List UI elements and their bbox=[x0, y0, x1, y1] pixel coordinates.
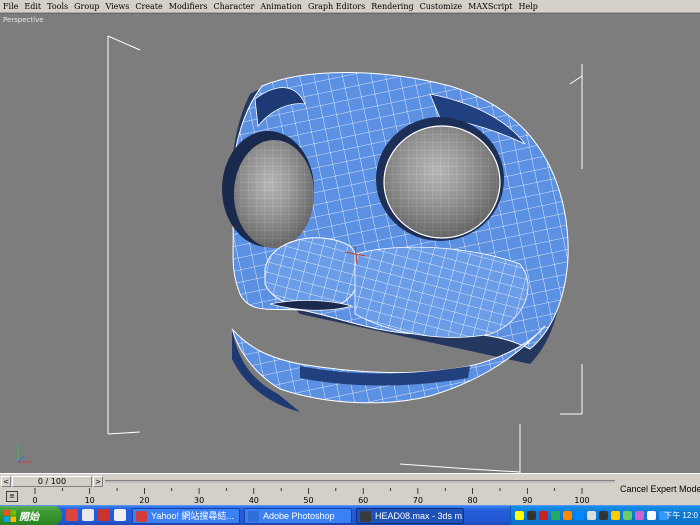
ruler-tick-label: 20 bbox=[139, 496, 149, 505]
desktop-icon[interactable] bbox=[114, 509, 126, 521]
next-frame-button[interactable]: > bbox=[93, 476, 103, 487]
menu-create[interactable]: Create bbox=[132, 0, 165, 13]
timeline-ruler[interactable]: 0 10 20 30 40 50 60 70 80 90 100 bbox=[0, 488, 610, 506]
windows-taskbar: 開始 Yahoo! 網站搜尋結... Adobe Photoshop HEAD0… bbox=[0, 505, 700, 525]
axis-tripod-icon bbox=[17, 444, 32, 463]
ruler-tick-label: 30 bbox=[194, 496, 204, 505]
tray-icon[interactable] bbox=[611, 511, 620, 520]
tray-icon[interactable] bbox=[563, 511, 572, 520]
prev-frame-button[interactable]: < bbox=[1, 476, 11, 487]
taskbar-button-photoshop[interactable]: Adobe Photoshop bbox=[244, 508, 352, 524]
browser-icon[interactable] bbox=[66, 509, 78, 521]
ruler-tick-label: 90 bbox=[522, 496, 532, 505]
menu-group[interactable]: Group bbox=[71, 0, 102, 13]
start-button[interactable]: 開始 bbox=[0, 506, 62, 525]
taskbar-button-label: Adobe Photoshop bbox=[263, 511, 335, 521]
menu-customize[interactable]: Customize bbox=[417, 0, 466, 13]
ruler-tick-label: 40 bbox=[249, 496, 259, 505]
windows-flag-icon bbox=[4, 509, 16, 522]
ruler-tick-label: 100 bbox=[574, 496, 589, 505]
ruler-tick-label: 0 bbox=[32, 496, 37, 505]
system-tray: 下午 12:0 bbox=[510, 506, 700, 525]
time-slider[interactable]: 0 / 100 bbox=[12, 476, 92, 487]
menu-animation[interactable]: Animation bbox=[257, 0, 305, 13]
menu-views[interactable]: Views bbox=[102, 0, 132, 13]
viewport-label[interactable]: Perspective bbox=[3, 16, 44, 24]
menu-edit[interactable]: Edit bbox=[21, 0, 44, 13]
perspective-viewport[interactable]: Perspective bbox=[0, 13, 700, 473]
start-label: 開始 bbox=[19, 512, 39, 523]
tray-icon[interactable] bbox=[623, 511, 632, 520]
tray-icon[interactable] bbox=[635, 511, 644, 520]
status-text: Cancel Expert Mode bbox=[620, 484, 700, 494]
menu-rendering[interactable]: Rendering bbox=[368, 0, 416, 13]
viewport-scene[interactable] bbox=[0, 14, 700, 473]
menu-modifiers[interactable]: Modifiers bbox=[166, 0, 211, 13]
photoshop-icon bbox=[248, 511, 259, 522]
menu-maxscript[interactable]: MAXScript bbox=[465, 0, 515, 13]
taskbar-button-label: Yahoo! 網站搜尋結... bbox=[151, 511, 234, 521]
tray-icon[interactable] bbox=[587, 511, 596, 520]
menu-graph-editors[interactable]: Graph Editors bbox=[305, 0, 368, 13]
tray-icon[interactable] bbox=[599, 511, 608, 520]
clock[interactable]: 下午 12:0 bbox=[664, 510, 698, 521]
ruler-tick-label: 10 bbox=[85, 496, 95, 505]
menu-file[interactable]: File bbox=[0, 0, 21, 13]
ruler-tick-label: 50 bbox=[303, 496, 313, 505]
menu-bar: File Edit Tools Group Views Create Modif… bbox=[0, 0, 700, 13]
ruler-tick-label: 60 bbox=[358, 496, 368, 505]
tray-icon[interactable] bbox=[539, 511, 548, 520]
taskbar-button-yahoo[interactable]: Yahoo! 網站搜尋結... bbox=[132, 508, 240, 524]
menu-help[interactable]: Help bbox=[516, 0, 541, 13]
menu-character[interactable]: Character bbox=[210, 0, 257, 13]
ruler-tick-label: 80 bbox=[468, 496, 478, 505]
explorer-icon[interactable] bbox=[82, 509, 94, 521]
tray-icon[interactable] bbox=[575, 511, 584, 520]
app-icon[interactable] bbox=[98, 509, 110, 521]
time-slider-panel: < 0 / 100 > ≡ 0 10 20 30 40 50 60 70 80 90 100 Can… bbox=[0, 473, 700, 505]
menu-tools[interactable]: Tools bbox=[44, 0, 71, 13]
nose-mesh bbox=[264, 237, 360, 308]
taskbar-button-label: HEAD08.max - 3ds m... bbox=[375, 511, 464, 521]
tray-icon[interactable] bbox=[515, 511, 524, 520]
timeline-track[interactable] bbox=[105, 480, 615, 483]
tray-icon[interactable] bbox=[551, 511, 560, 520]
yahoo-icon bbox=[136, 511, 147, 522]
quick-launch bbox=[66, 509, 126, 521]
3dsmax-icon bbox=[360, 511, 371, 522]
tray-icon[interactable] bbox=[647, 511, 656, 520]
ruler-tick-label: 70 bbox=[413, 496, 423, 505]
taskbar-button-3dsmax[interactable]: HEAD08.max - 3ds m... bbox=[356, 508, 464, 524]
tray-icon[interactable] bbox=[527, 511, 536, 520]
